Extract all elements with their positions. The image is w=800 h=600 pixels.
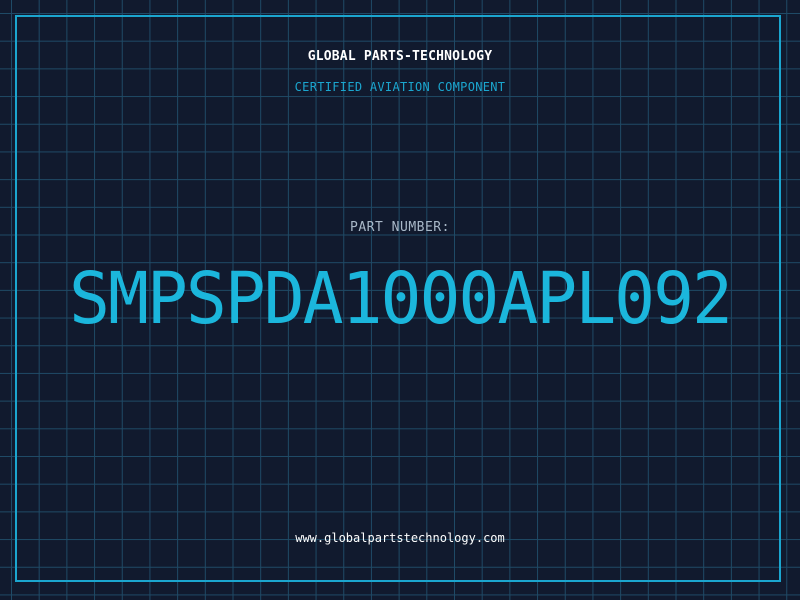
certificate-card: GLOBAL PARTS-TECHNOLOGY CERTIFIED AVIATI… (0, 0, 800, 600)
part-number-value: SMPSPDA1000APL092 (69, 258, 733, 341)
website-link[interactable]: www.globalpartstechnology.com (0, 531, 800, 545)
component-subtitle: CERTIFIED AVIATION COMPONENT (294, 80, 506, 94)
part-number-label: PART NUMBER: (350, 220, 450, 235)
company-name: GLOBAL PARTS-TECHNOLOGY (307, 49, 493, 64)
